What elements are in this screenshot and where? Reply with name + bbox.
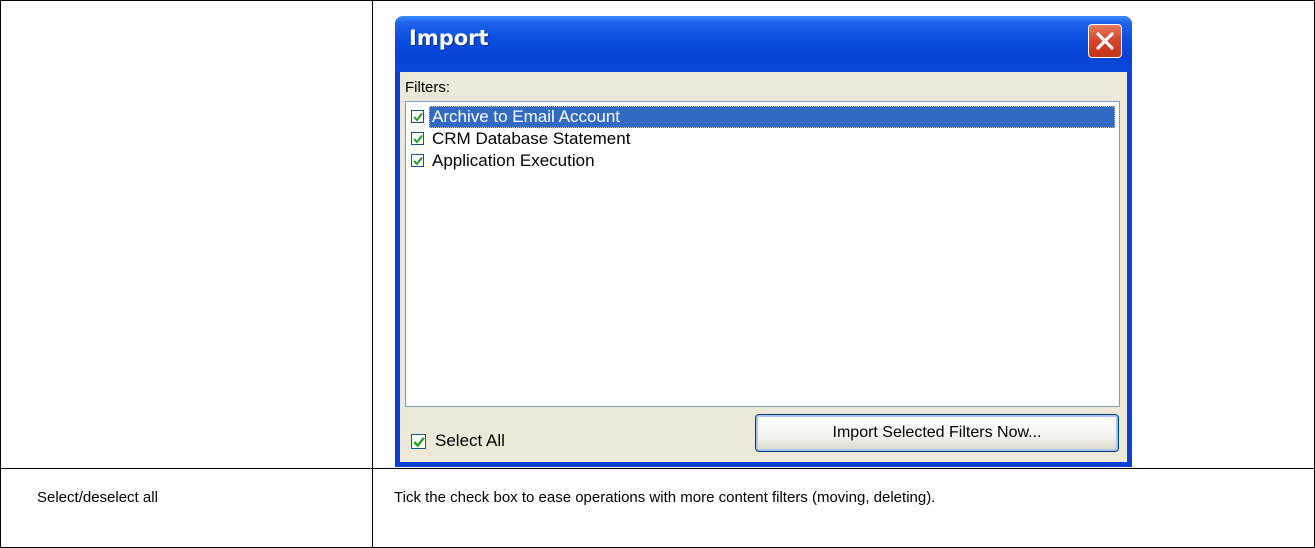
table-border-left [0,0,1,548]
filter-item[interactable]: CRM Database Statement [411,128,1114,150]
filters-label: Filters: [405,79,450,96]
row-label: Select/deselect all [37,489,158,506]
row-description: Tick the check box to ease operations wi… [394,489,936,506]
table-border-top [0,0,1315,1]
filter-label: CRM Database Statement [432,129,631,148]
select-all-label: Select All [435,431,505,450]
checkmark-icon [413,437,425,448]
table-column-divider [372,0,373,548]
dialog-titlebar[interactable]: Import [395,16,1132,72]
filter-label: Archive to Email Account [429,106,1115,128]
close-icon [1096,32,1114,50]
import-button-label: Import Selected Filters Now... [832,424,1042,441]
filter-checkbox[interactable] [411,132,424,145]
filter-item[interactable]: Archive to Email Account [411,106,1115,128]
checkmark-icon [413,112,423,122]
dialog-client-area: Filters: Archive to Email Account CRM Da… [400,72,1127,462]
select-all-box[interactable] [411,434,426,449]
table-row-divider [0,468,1315,469]
dialog-title: Import [409,26,489,50]
filter-checkbox[interactable] [411,110,424,123]
import-selected-filters-button[interactable]: Import Selected Filters Now... [755,414,1119,452]
checkmark-icon [413,134,423,144]
filter-item[interactable]: Application Execution [411,150,1114,172]
filter-label: Application Execution [432,151,595,170]
checkmark-icon [413,156,423,166]
filters-listbox[interactable]: Archive to Email Account CRM Database St… [405,101,1120,407]
filter-checkbox[interactable] [411,154,424,167]
import-dialog: Import Filters: Archive to Email Account [395,16,1132,467]
close-button[interactable] [1088,24,1122,58]
